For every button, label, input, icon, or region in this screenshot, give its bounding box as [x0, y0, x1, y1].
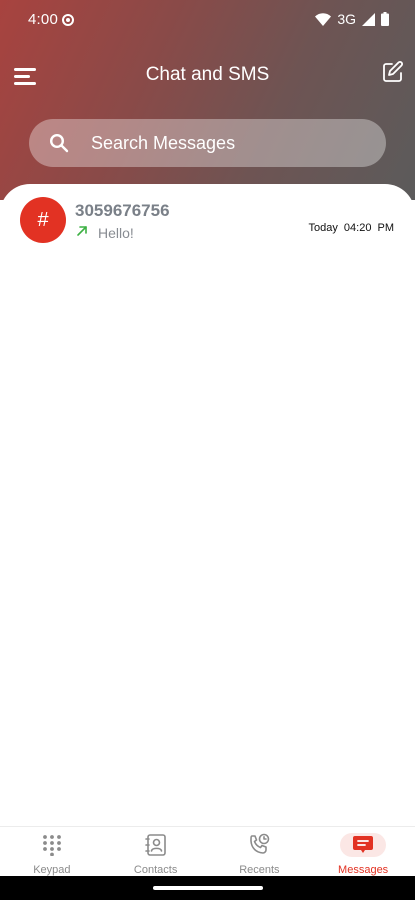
nav-item-messages[interactable]: Messages	[311, 827, 415, 877]
search-input[interactable]	[89, 131, 353, 155]
nav-item-recents[interactable]: Recents	[208, 827, 312, 877]
keypad-icon-wrap	[29, 833, 75, 857]
nav-label-keypad: Keypad	[33, 864, 71, 876]
home-indicator[interactable]	[153, 886, 263, 890]
search-bar[interactable]	[29, 119, 386, 167]
nav-label-recents: Recents	[239, 864, 280, 876]
signal-icon	[362, 12, 375, 26]
wifi-icon	[315, 12, 332, 26]
compose-icon	[383, 61, 403, 82]
outgoing-arrow-icon	[76, 224, 88, 236]
contacts-icon	[144, 834, 166, 856]
status-time: 4:00	[28, 11, 58, 28]
network-type: 3G	[337, 11, 356, 27]
contact-name: 3059676756	[75, 201, 170, 220]
messages-icon	[353, 836, 374, 853]
nav-label-contacts: Contacts	[133, 864, 178, 876]
status-bar: 4:00 3G	[0, 0, 415, 40]
messages-icon-wrap	[340, 833, 387, 857]
contacts-icon-wrap	[133, 833, 179, 857]
battery-icon	[381, 12, 389, 26]
message-time: Today 04:20 PM	[308, 222, 395, 234]
recents-icon-wrap	[236, 833, 282, 857]
keypad-icon	[42, 835, 61, 856]
bottom-nav: Keypad Contacts Recents Messages	[0, 826, 415, 877]
conversation-list: # 3059676756 Hello! Today 04:20 PM	[0, 184, 415, 826]
compose-button[interactable]	[381, 60, 405, 84]
nav-item-contacts[interactable]: Contacts	[104, 827, 208, 877]
page-title: Chat and SMS	[145, 64, 270, 85]
status-icons: 3G	[315, 11, 389, 27]
screen-record-icon	[62, 14, 74, 26]
gesture-bar	[0, 876, 415, 900]
app-header: Chat and SMS	[0, 50, 415, 100]
list-item[interactable]: # 3059676756 Hello! Today 04:20 PM	[0, 194, 415, 250]
nav-item-keypad[interactable]: Keypad	[0, 827, 104, 877]
avatar: #	[20, 197, 66, 243]
nav-label-messages: Messages	[338, 864, 389, 876]
search-icon	[49, 133, 69, 153]
message-preview: Hello!	[98, 225, 134, 241]
recents-icon	[250, 833, 270, 854]
